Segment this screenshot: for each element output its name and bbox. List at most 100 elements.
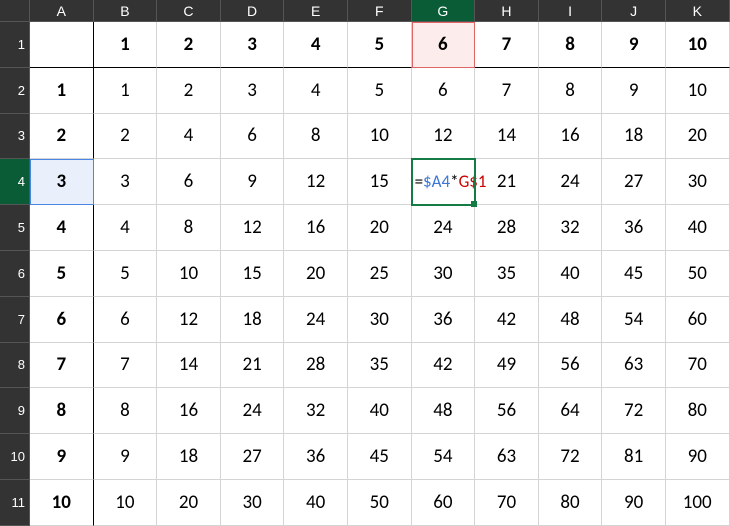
cell-A9[interactable]: 8 bbox=[30, 388, 94, 434]
cell-G7[interactable]: 36 bbox=[412, 297, 476, 343]
cell-D11[interactable]: 30 bbox=[221, 480, 285, 526]
cell-K4[interactable]: 30 bbox=[666, 159, 730, 205]
col-header-B[interactable]: B bbox=[94, 0, 158, 22]
cell-A7[interactable]: 6 bbox=[30, 297, 94, 343]
cell-J10[interactable]: 81 bbox=[602, 434, 666, 480]
cell-B1[interactable]: 1 bbox=[94, 22, 158, 68]
cell-E2[interactable]: 4 bbox=[284, 68, 348, 114]
cell-G6[interactable]: 30 bbox=[412, 251, 476, 297]
cell-G10[interactable]: 54 bbox=[412, 434, 476, 480]
cell-J4[interactable]: 27 bbox=[602, 159, 666, 205]
cell-H5[interactable]: 28 bbox=[475, 205, 539, 251]
cell-F4[interactable]: 15 bbox=[348, 159, 412, 205]
col-header-I[interactable]: I bbox=[539, 0, 603, 22]
cell-I4[interactable]: 24 bbox=[539, 159, 603, 205]
row-header-10[interactable]: 10 bbox=[0, 434, 30, 480]
cell-J3[interactable]: 18 bbox=[602, 114, 666, 160]
cell-D8[interactable]: 21 bbox=[221, 343, 285, 389]
cell-I10[interactable]: 72 bbox=[539, 434, 603, 480]
cell-K6[interactable]: 50 bbox=[666, 251, 730, 297]
fill-handle[interactable] bbox=[471, 201, 477, 207]
cell-F3[interactable]: 10 bbox=[348, 114, 412, 160]
cell-A3[interactable]: 2 bbox=[30, 114, 94, 160]
col-header-J[interactable]: J bbox=[602, 0, 666, 22]
cell-K10[interactable]: 90 bbox=[666, 434, 730, 480]
cell-I8[interactable]: 56 bbox=[539, 343, 603, 389]
cell-H9[interactable]: 56 bbox=[475, 388, 539, 434]
cell-H11[interactable]: 70 bbox=[475, 480, 539, 526]
cell-B10[interactable]: 9 bbox=[94, 434, 158, 480]
select-all-corner[interactable] bbox=[0, 0, 30, 22]
cell-C10[interactable]: 18 bbox=[157, 434, 221, 480]
cell-K5[interactable]: 40 bbox=[666, 205, 730, 251]
cell-I3[interactable]: 16 bbox=[539, 114, 603, 160]
cell-B2[interactable]: 1 bbox=[94, 68, 158, 114]
cell-I2[interactable]: 8 bbox=[539, 68, 603, 114]
col-header-C[interactable]: C bbox=[157, 0, 221, 22]
cell-C2[interactable]: 2 bbox=[157, 68, 221, 114]
row-header-1[interactable]: 1 bbox=[0, 22, 30, 68]
cell-A2[interactable]: 1 bbox=[30, 68, 94, 114]
cell-B6[interactable]: 5 bbox=[94, 251, 158, 297]
cell-C7[interactable]: 12 bbox=[157, 297, 221, 343]
col-header-D[interactable]: D bbox=[221, 0, 285, 22]
cell-G1[interactable]: 6 bbox=[412, 22, 476, 68]
col-header-E[interactable]: E bbox=[284, 0, 348, 22]
cell-A5[interactable]: 4 bbox=[30, 205, 94, 251]
cell-K1[interactable]: 10 bbox=[666, 22, 730, 68]
cell-J2[interactable]: 9 bbox=[602, 68, 666, 114]
cell-F8[interactable]: 35 bbox=[348, 343, 412, 389]
cell-B9[interactable]: 8 bbox=[94, 388, 158, 434]
cell-F10[interactable]: 45 bbox=[348, 434, 412, 480]
row-header-9[interactable]: 9 bbox=[0, 388, 30, 434]
row-header-8[interactable]: 8 bbox=[0, 343, 30, 389]
row-header-5[interactable]: 5 bbox=[0, 205, 30, 251]
col-header-K[interactable]: K bbox=[666, 0, 730, 22]
cell-K2[interactable]: 10 bbox=[666, 68, 730, 114]
cell-A8[interactable]: 7 bbox=[30, 343, 94, 389]
cell-J5[interactable]: 36 bbox=[602, 205, 666, 251]
cell-G2[interactable]: 6 bbox=[412, 68, 476, 114]
row-header-2[interactable]: 2 bbox=[0, 68, 30, 114]
cell-E7[interactable]: 24 bbox=[284, 297, 348, 343]
cell-K7[interactable]: 60 bbox=[666, 297, 730, 343]
cell-H3[interactable]: 14 bbox=[475, 114, 539, 160]
cell-F2[interactable]: 5 bbox=[348, 68, 412, 114]
cell-B8[interactable]: 7 bbox=[94, 343, 158, 389]
cell-F6[interactable]: 25 bbox=[348, 251, 412, 297]
cell-K8[interactable]: 70 bbox=[666, 343, 730, 389]
cell-C9[interactable]: 16 bbox=[157, 388, 221, 434]
cell-I1[interactable]: 8 bbox=[539, 22, 603, 68]
cell-D4[interactable]: 9 bbox=[221, 159, 285, 205]
cell-G8[interactable]: 42 bbox=[412, 343, 476, 389]
cell-I5[interactable]: 32 bbox=[539, 205, 603, 251]
cell-D2[interactable]: 3 bbox=[221, 68, 285, 114]
cell-B7[interactable]: 6 bbox=[94, 297, 158, 343]
cell-H7[interactable]: 42 bbox=[475, 297, 539, 343]
row-header-7[interactable]: 7 bbox=[0, 297, 30, 343]
cell-H2[interactable]: 7 bbox=[475, 68, 539, 114]
cell-J8[interactable]: 63 bbox=[602, 343, 666, 389]
cell-G5[interactable]: 24 bbox=[412, 205, 476, 251]
cell-I9[interactable]: 64 bbox=[539, 388, 603, 434]
col-header-A[interactable]: A bbox=[30, 0, 94, 22]
cell-A6[interactable]: 5 bbox=[30, 251, 94, 297]
col-header-H[interactable]: H bbox=[475, 0, 539, 22]
cell-D10[interactable]: 27 bbox=[221, 434, 285, 480]
cell-E10[interactable]: 36 bbox=[284, 434, 348, 480]
cell-D1[interactable]: 3 bbox=[221, 22, 285, 68]
cell-C11[interactable]: 20 bbox=[157, 480, 221, 526]
cell-E9[interactable]: 32 bbox=[284, 388, 348, 434]
cell-E6[interactable]: 20 bbox=[284, 251, 348, 297]
cell-E4[interactable]: 12 bbox=[284, 159, 348, 205]
cell-F9[interactable]: 40 bbox=[348, 388, 412, 434]
cell-F7[interactable]: 30 bbox=[348, 297, 412, 343]
cell-K9[interactable]: 80 bbox=[666, 388, 730, 434]
cell-G11[interactable]: 60 bbox=[412, 480, 476, 526]
cell-E8[interactable]: 28 bbox=[284, 343, 348, 389]
cell-I11[interactable]: 80 bbox=[539, 480, 603, 526]
cell-E11[interactable]: 40 bbox=[284, 480, 348, 526]
cell-A10[interactable]: 9 bbox=[30, 434, 94, 480]
cell-E5[interactable]: 16 bbox=[284, 205, 348, 251]
cell-K3[interactable]: 20 bbox=[666, 114, 730, 160]
